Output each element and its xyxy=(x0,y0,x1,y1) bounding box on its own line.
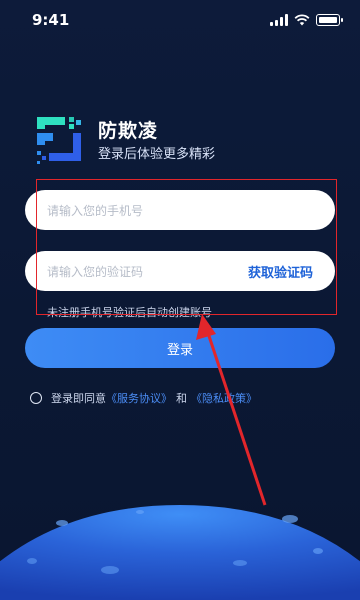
terms-link[interactable]: 《服务协议》 xyxy=(106,390,172,406)
agree-radio[interactable] xyxy=(30,392,42,404)
app-name: 防欺凌 xyxy=(98,120,159,142)
app-logo-icon xyxy=(37,117,81,164)
status-icons xyxy=(270,14,343,26)
login-button-label: 登录 xyxy=(166,342,193,358)
privacy-link[interactable]: 《隐私政策》 xyxy=(191,390,257,406)
signal-icon xyxy=(270,14,288,26)
status-bar: 9:41 xyxy=(0,0,360,40)
agreement-prefix: 登录即同意 xyxy=(51,392,106,405)
agreement-row: 登录即同意 《服务协议》 和 《隐私政策》 xyxy=(30,390,257,406)
status-time: 9:41 xyxy=(32,11,70,29)
app-slogan: 登录后体验更多精彩 xyxy=(98,147,216,162)
planet-illustration xyxy=(0,505,360,600)
login-button[interactable]: 登录 xyxy=(25,328,335,368)
annotation-box xyxy=(36,179,337,315)
battery-icon xyxy=(316,14,343,26)
wifi-icon xyxy=(294,14,310,26)
agreement-and: 和 xyxy=(176,392,187,405)
